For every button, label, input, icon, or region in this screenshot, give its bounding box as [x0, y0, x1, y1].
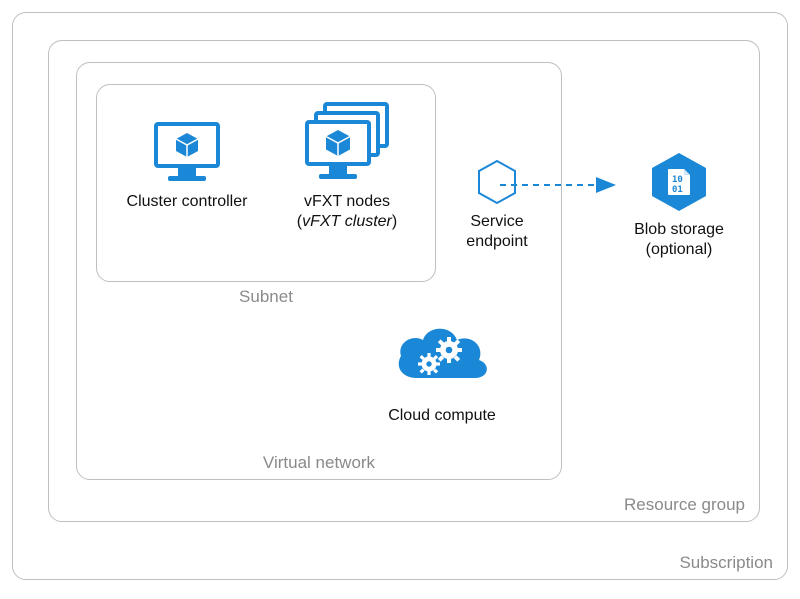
- cloud-gears-icon: [387, 320, 497, 400]
- label-vfxt-nodes-italic: vFXT cluster: [302, 213, 392, 230]
- label-resource-group: Resource group: [624, 495, 745, 515]
- label-cluster-controller: Cluster controller: [112, 192, 262, 212]
- node-cloud-compute: Cloud compute: [362, 320, 522, 426]
- monitor-cube-icon: [150, 118, 224, 186]
- label-service-endpoint: Service endpoint: [447, 212, 547, 252]
- arrow-service-to-blob: [496, 170, 626, 200]
- label-subnet: Subnet: [239, 287, 293, 307]
- label-service-endpoint-line1: Service: [470, 213, 523, 230]
- label-blob-storage-line1: Blob storage: [634, 221, 724, 238]
- node-vfxt-nodes: vFXT nodes (vFXT cluster): [272, 100, 422, 232]
- monitor-stack-cube-icon: [299, 100, 395, 186]
- label-blob-storage: Blob storage (optional): [614, 220, 744, 260]
- label-cloud-compute: Cloud compute: [362, 406, 522, 426]
- label-subscription: Subscription: [679, 553, 773, 573]
- label-vfxt-nodes-close-paren: ): [392, 213, 397, 230]
- label-vfxt-nodes-line1: vFXT nodes: [304, 193, 390, 210]
- label-blob-storage-line2: (optional): [646, 241, 713, 258]
- label-vfxt-nodes: vFXT nodes (vFXT cluster): [272, 192, 422, 232]
- label-virtual-network: Virtual network: [263, 453, 375, 473]
- svg-text:10: 10: [672, 175, 683, 185]
- blob-storage-icon: 10 01: [646, 150, 712, 214]
- node-blob-storage: 10 01 Blob storage (optional): [614, 150, 744, 260]
- svg-text:01: 01: [672, 185, 683, 195]
- label-service-endpoint-line2: endpoint: [466, 233, 527, 250]
- node-cluster-controller: Cluster controller: [112, 118, 262, 212]
